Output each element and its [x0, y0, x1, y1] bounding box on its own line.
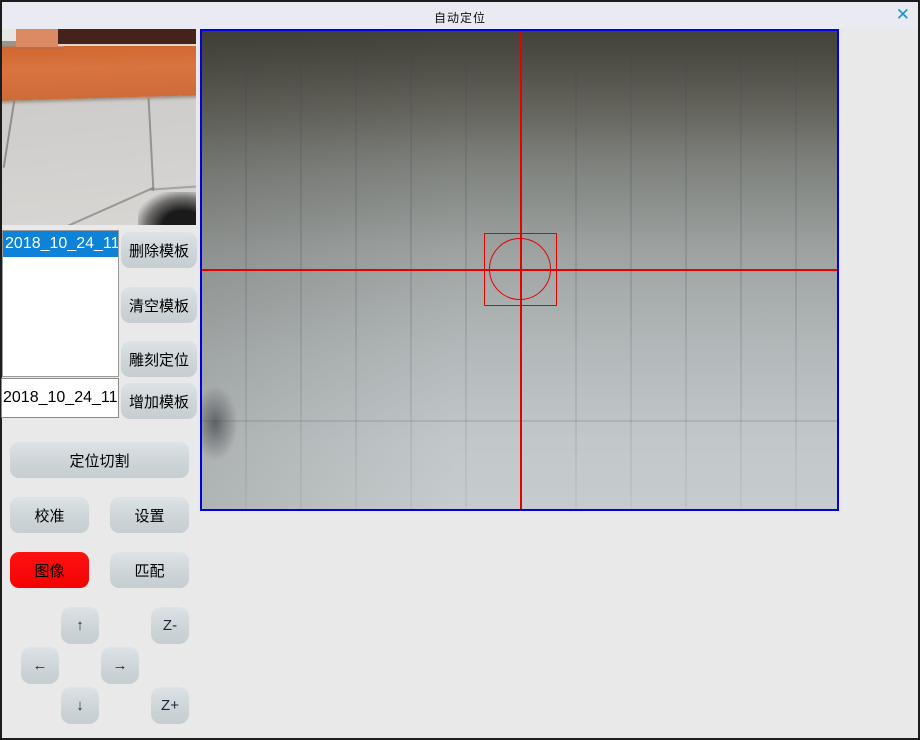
delete-template-button[interactable]: 删除模板: [121, 232, 197, 268]
camera-view[interactable]: [200, 29, 839, 511]
jog-down-button[interactable]: ↓: [61, 687, 99, 724]
jog-up-button[interactable]: ↑: [61, 607, 99, 644]
jog-right-button[interactable]: →: [101, 647, 139, 684]
preview-dark-red-strip: [58, 29, 196, 46]
template-preview-image: [2, 29, 196, 225]
window-title: 自动定位: [2, 9, 918, 26]
template-list[interactable]: 2018_10_24_11: [2, 230, 119, 377]
corner-shadow: [200, 386, 238, 461]
add-template-button[interactable]: 增加模板: [121, 383, 197, 419]
settings-button[interactable]: 设置: [110, 497, 189, 533]
preview-tile-grout-line: [3, 100, 16, 167]
jog-left-button[interactable]: ←: [21, 647, 59, 684]
calibrate-button[interactable]: 校准: [10, 497, 89, 533]
preview-dark-object: [138, 192, 196, 225]
match-button[interactable]: 匹配: [110, 552, 189, 588]
auto-positioning-window: 自动定位 ✕ 2018_10_24_11 删除模板 清空模板 雕刻定位 增加模板…: [0, 0, 920, 740]
image-button-active[interactable]: 图像: [10, 552, 89, 588]
titlebar: 自动定位 ✕: [2, 2, 918, 29]
preview-tile-grout-line: [150, 185, 196, 190]
clear-templates-button[interactable]: 清空模板: [121, 287, 197, 323]
close-icon[interactable]: ✕: [896, 4, 910, 26]
template-list-item-selected[interactable]: 2018_10_24_11: [3, 231, 118, 257]
engrave-positioning-button[interactable]: 雕刻定位: [121, 341, 197, 377]
preview-orange-beam: [2, 41, 196, 101]
preview-tile-grout-line: [148, 98, 155, 191]
template-name-input[interactable]: [1, 378, 119, 418]
jog-z-plus-button[interactable]: Z+: [151, 687, 189, 724]
positioning-cut-button[interactable]: 定位切割: [10, 442, 189, 478]
target-circle-marker: [489, 238, 551, 300]
jog-z-minus-button[interactable]: Z-: [151, 607, 189, 644]
